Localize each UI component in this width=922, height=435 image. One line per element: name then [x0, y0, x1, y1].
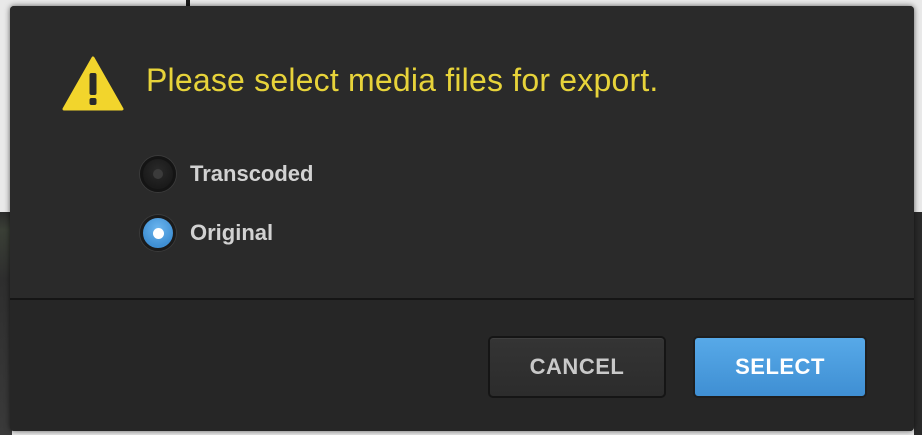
radio-original[interactable]: [140, 215, 176, 251]
dialog-body: Please select media files for export. Tr…: [10, 6, 914, 298]
option-transcoded[interactable]: Transcoded: [140, 154, 313, 194]
radio-dot: [153, 169, 163, 179]
export-media-dialog: Please select media files for export. Tr…: [10, 6, 914, 431]
warning-triangle-icon: [62, 56, 124, 111]
option-label-transcoded: Transcoded: [190, 161, 314, 186]
background-panel-right: [914, 212, 922, 435]
cancel-button[interactable]: CANCEL: [488, 336, 666, 398]
option-original[interactable]: Original: [140, 213, 273, 253]
select-button[interactable]: SELECT: [693, 336, 867, 398]
radio-transcoded[interactable]: [140, 156, 176, 192]
radio-dot: [152, 227, 164, 239]
option-label-original: Original: [190, 220, 274, 245]
dialog-message: Please select media files for export.: [146, 62, 659, 98]
